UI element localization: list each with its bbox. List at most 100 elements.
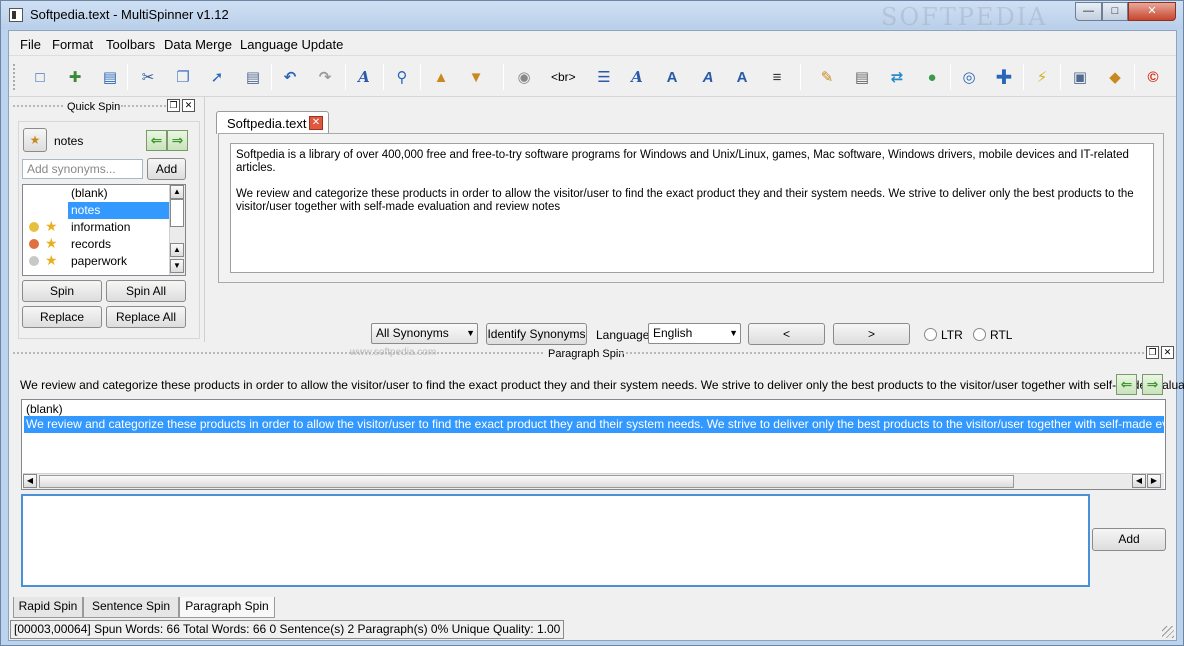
font-icon[interactable]: A [353,66,375,88]
scroll-left-icon[interactable]: ◀ [1132,474,1146,488]
star-icon: ★ [45,252,58,268]
copy-icon[interactable]: ❐ [172,66,194,88]
export-icon[interactable]: ▲ [430,66,452,88]
cut-icon[interactable]: ✂ [137,66,159,88]
menu-language-update[interactable]: Language Update [240,37,343,52]
menu-file[interactable]: File [20,37,41,52]
list-item[interactable]: records [68,236,171,253]
list-item[interactable]: We review and categorize these products … [24,416,1165,433]
replace-button[interactable]: Replace [22,306,102,328]
scroll-down-icon[interactable]: ▼ [170,259,184,273]
lightning-icon[interactable]: ⚡ [1031,66,1053,88]
br-button[interactable]: <br> [551,70,576,84]
outline-a-icon[interactable]: A [661,66,683,88]
toolbar-grip[interactable] [13,64,16,90]
paragraph-input[interactable] [21,494,1090,587]
document-editor[interactable]: Softpedia is a library of over 400,000 f… [230,143,1154,273]
note-icon[interactable]: ✎ [816,66,838,88]
copy-doc-icon[interactable]: ▤ [99,66,121,88]
horizontal-scrollbar[interactable]: ◀ ◀ ▶ [23,473,1164,489]
scroll-left-icon[interactable]: ◀ [23,474,37,488]
tab-paragraph-spin[interactable]: Paragraph Spin [179,597,275,618]
float-dock-button[interactable]: ❐ [167,99,180,112]
spin-button[interactable]: Spin [22,280,102,302]
copyright-icon[interactable]: © [1142,66,1164,88]
bold-a-icon[interactable]: A [731,66,753,88]
arrow-right-icon[interactable]: ⇒ [1142,374,1163,395]
medal-icon[interactable]: ★ [23,128,47,152]
scroll-up-icon[interactable]: ▲ [170,243,184,257]
align-icon[interactable]: ≡ [766,66,788,88]
close-tab-icon[interactable]: ✕ [309,116,323,130]
editor-paragraph-2: We review and categorize these products … [236,188,1134,213]
undo-icon[interactable]: ↶ [279,66,301,88]
arrow-left-icon[interactable]: ⇐ [146,130,167,151]
menu-data-merge[interactable]: Data Merge [164,37,232,52]
sync-icon[interactable]: ⇄ [886,66,908,88]
close-button[interactable]: ✕ [1128,2,1176,21]
close-dock-button[interactable]: ✕ [1161,346,1174,359]
tab-sentence-spin[interactable]: Sentence Spin [83,597,179,618]
ltr-radio[interactable] [924,328,937,341]
language-combo-value: English [653,326,693,340]
add-synonym-button[interactable]: Add [147,158,186,180]
rtl-radio[interactable] [973,328,986,341]
status-bar: [00003,00064] Spun Words: 66 Total Words… [10,620,565,639]
open-icon[interactable]: □ [29,66,51,88]
editor-paragraph-1: Softpedia is a library of over 400,000 f… [236,149,1129,174]
toolbar-separator [800,64,801,90]
slant-a-icon[interactable]: A [697,66,719,88]
list-item[interactable]: information [68,219,171,236]
search-icon[interactable]: ⚲ [391,66,413,88]
spin-all-button[interactable]: Spin All [106,280,186,302]
world-icon[interactable]: ◎ [958,66,980,88]
italic-a-icon[interactable]: A [626,66,648,88]
import-icon[interactable]: ▼ [465,66,487,88]
list-item[interactable]: (blank) [68,185,171,202]
language-label: Language [596,328,650,342]
tab-softpedia-text[interactable]: Softpedia.text ✕ [216,111,329,134]
title-bar: Softpedia.text - MultiSpinner v1.12 SOFT… [1,1,1183,31]
list-item[interactable]: paperwork [68,253,171,270]
tab-rapid-spin[interactable]: Rapid Spin [13,597,83,618]
add-paragraph-button[interactable]: Add [1092,528,1166,551]
save-icon[interactable]: ▤ [242,66,264,88]
client-area: File Format Toolbars Data Merge Language… [8,30,1184,641]
tag-icon[interactable]: ◆ [1104,66,1126,88]
float-dock-button[interactable]: ❐ [1146,346,1159,359]
minimize-button[interactable]: — [1075,2,1102,21]
scroll-thumb[interactable] [39,475,1014,488]
list-item[interactable]: notes [68,202,171,219]
identify-synonyms-button[interactable]: Identify Synonyms [486,323,587,345]
menu-bar: File Format Toolbars Data Merge Language… [9,31,1176,55]
next-button[interactable]: > [833,323,910,345]
synonym-input[interactable]: Add synonyms... [22,159,143,179]
scroll-right-icon[interactable]: ▶ [1147,474,1161,488]
menu-format[interactable]: Format [52,37,93,52]
arrow-right-icon[interactable]: ⇒ [167,130,188,151]
prev-button[interactable]: < [748,323,825,345]
resize-grip[interactable] [1162,626,1174,638]
synonym-list[interactable]: (blank) notes information records paperw… [22,184,186,276]
language-combo[interactable]: English ▼ [648,323,741,344]
menu-toolbars[interactable]: Toolbars [106,37,155,52]
plus-icon[interactable]: ✚ [993,66,1015,89]
new-icon[interactable]: ✚ [64,66,86,88]
medal-icon [29,256,39,266]
arrow-left-icon[interactable]: ⇐ [1116,374,1137,395]
scroll-up-icon[interactable]: ▲ [170,185,184,199]
computer-icon[interactable]: ▣ [1069,66,1091,88]
replace-all-button[interactable]: Replace All [106,306,186,328]
redo-icon[interactable]: ↷ [314,66,336,88]
doc-icon[interactable]: ▤ [851,66,873,88]
paragraph-list[interactable]: (blank) We review and categorize these p… [21,399,1166,490]
maximize-button[interactable]: □ [1102,2,1128,21]
paste-icon[interactable]: ➚ [206,66,228,88]
disc-icon[interactable]: ◉ [513,66,535,88]
globe-icon[interactable]: ● [921,66,943,88]
list-scrollbar[interactable]: ▲ ▲ ▼ [169,185,185,275]
synonyms-combo[interactable]: All Synonyms ▼ [371,323,478,344]
list-icon[interactable]: ☰ [593,66,615,88]
scroll-thumb[interactable] [170,199,184,227]
close-dock-button[interactable]: ✕ [182,99,195,112]
